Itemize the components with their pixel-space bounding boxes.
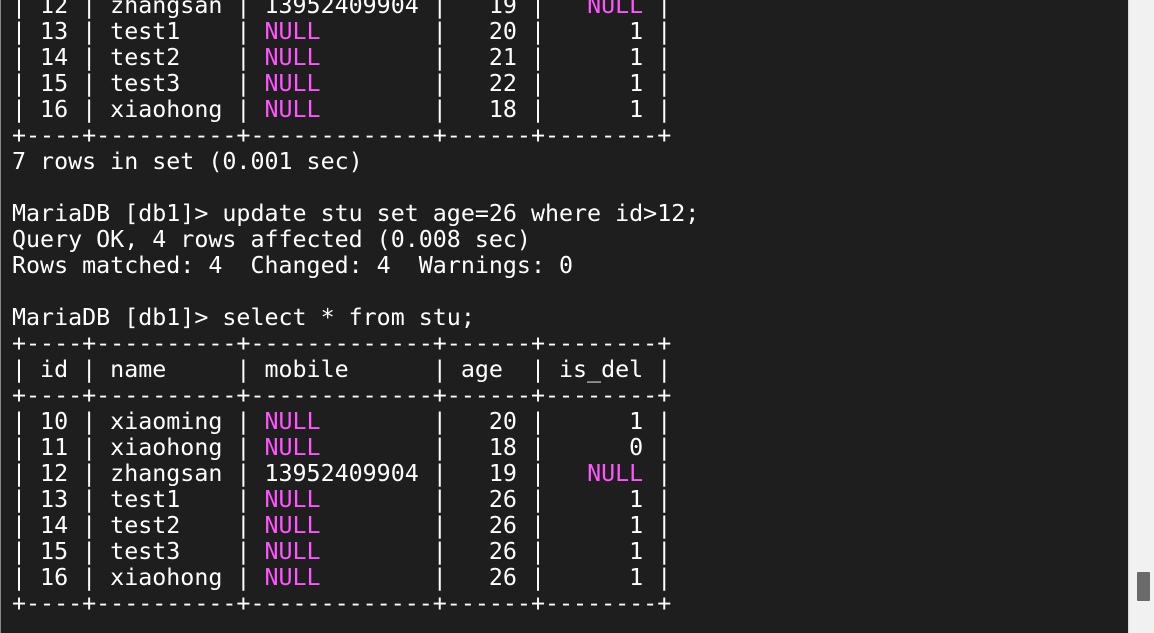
line-text: | 11 | xiaohong | [12, 434, 265, 461]
terminal-line: | 12 | zhangsan | 13952409904 | 19 | NUL… [12, 461, 699, 487]
terminal-line: +----+----------+-------------+------+--… [12, 123, 699, 149]
terminal-line: | 11 | xiaohong | NULL | 18 | 0 | [12, 435, 699, 461]
line-text: +----+----------+-------------+------+--… [12, 122, 672, 149]
line-text: | 13 | test1 | [12, 18, 265, 45]
terminal-line: MariaDB [db1]> select * from stu; [12, 305, 699, 331]
null-value: NULL [264, 538, 321, 565]
line-text: | id | name | mobile | age | is_del | [12, 356, 672, 383]
line-text: MariaDB [db1]> update stu set age=26 whe… [12, 200, 700, 227]
line-text: | 16 | xiaohong | [12, 564, 265, 591]
terminal-line: | 13 | test1 | NULL | 20 | 1 | [12, 19, 699, 45]
vertical-scrollbar[interactable] [1128, 0, 1154, 633]
line-text: | 14 | test2 | [12, 44, 265, 71]
line-text: | 12 | zhangsan | 13952409904 | 19 | [12, 460, 588, 487]
line-text: | [643, 460, 672, 487]
null-value: NULL [264, 486, 321, 513]
terminal-line: | id | name | mobile | age | is_del | [12, 357, 699, 383]
line-text: | 18 | 1 | [320, 96, 672, 123]
terminal-line: | 14 | test2 | NULL | 26 | 1 | [12, 513, 699, 539]
line-text: | 12 | zhangsan | 13952409904 | 19 | [12, 0, 588, 19]
line-text: +----+----------+-------------+------+--… [12, 590, 672, 617]
line-text: | [643, 0, 672, 19]
null-value: NULL [264, 18, 321, 45]
null-value: NULL [264, 408, 321, 435]
line-text: | 14 | test2 | [12, 512, 265, 539]
terminal-line: | 10 | xiaoming | NULL | 20 | 1 | [12, 409, 699, 435]
terminal-line: | 14 | test2 | NULL | 21 | 1 | [12, 45, 699, 71]
line-text: Rows matched: 4 Changed: 4 Warnings: 0 [12, 252, 574, 279]
line-text: Query OK, 4 rows affected (0.008 sec) [12, 226, 531, 253]
terminal-line: Rows matched: 4 Changed: 4 Warnings: 0 [12, 253, 699, 279]
terminal-line: | 13 | test1 | NULL | 26 | 1 | [12, 487, 699, 513]
line-text: +----+----------+-------------+------+--… [12, 330, 672, 357]
terminal-line: 7 rows in set (0.001 sec) [12, 149, 699, 175]
terminal-line: MariaDB [db1]> update stu set age=26 whe… [12, 201, 699, 227]
line-text: 7 rows in set (0.001 sec) [12, 148, 363, 175]
terminal-line: | 16 | xiaohong | NULL | 26 | 1 | [12, 565, 699, 591]
line-text: | 21 | 1 | [320, 44, 672, 71]
scrollbar-thumb[interactable] [1137, 572, 1150, 601]
line-text: +----+----------+-------------+------+--… [12, 382, 672, 409]
null-value: NULL [264, 70, 321, 97]
terminal-line: +----+----------+-------------+------+--… [12, 383, 699, 409]
line-text: | 22 | 1 | [320, 70, 672, 97]
terminal-line: +----+----------+-------------+------+--… [12, 591, 699, 617]
line-text: | 16 | xiaohong | [12, 96, 265, 123]
line-text: | 26 | 1 | [320, 538, 672, 565]
terminal-line: | 15 | test3 | NULL | 26 | 1 | [12, 539, 699, 565]
null-value: NULL [264, 564, 321, 591]
line-text: | 20 | 1 | [320, 18, 672, 45]
null-value: NULL [264, 512, 321, 539]
null-value: NULL [264, 96, 321, 123]
terminal-line: +----+----------+-------------+------+--… [12, 331, 699, 357]
line-text: | 20 | 1 | [320, 408, 672, 435]
terminal-output: | 12 | zhangsan | 13952409904 | 19 | NUL… [12, 0, 699, 617]
line-text: | 15 | test3 | [12, 538, 265, 565]
terminal-line: | 12 | zhangsan | 13952409904 | 19 | NUL… [12, 0, 699, 19]
line-text: | 18 | 0 | [320, 434, 672, 461]
terminal-line: | 16 | xiaohong | NULL | 18 | 1 | [12, 97, 699, 123]
line-text: | 26 | 1 | [320, 564, 672, 591]
terminal-window[interactable]: | 12 | zhangsan | 13952409904 | 19 | NUL… [0, 0, 1128, 633]
null-value: NULL [587, 460, 644, 487]
line-text: | 15 | test3 | [12, 70, 265, 97]
line-text: | 10 | xiaoming | [12, 408, 265, 435]
terminal-line: Query OK, 4 rows affected (0.008 sec) [12, 227, 699, 253]
line-text: | 26 | 1 | [320, 512, 672, 539]
line-text: MariaDB [db1]> select * from stu; [12, 304, 475, 331]
line-text: | 26 | 1 | [320, 486, 672, 513]
null-value: NULL [587, 0, 644, 19]
terminal-line: | 15 | test3 | NULL | 22 | 1 | [12, 71, 699, 97]
null-value: NULL [264, 44, 321, 71]
line-text: | 13 | test1 | [12, 486, 265, 513]
null-value: NULL [264, 434, 321, 461]
